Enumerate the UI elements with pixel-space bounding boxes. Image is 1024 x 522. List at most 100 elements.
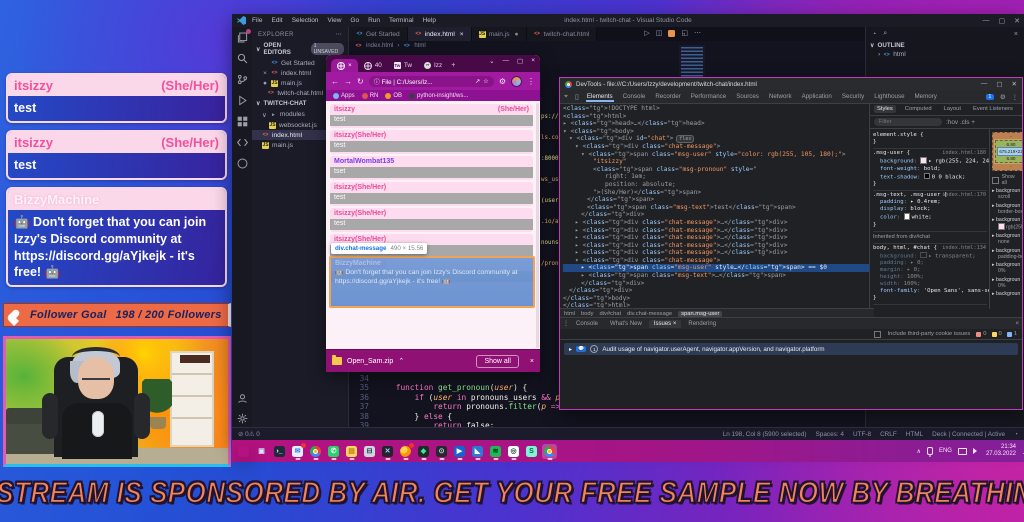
status-right[interactable]: Ln 198, Col 8 (5900 selected) Spaces: 4 UT… [723, 431, 1018, 438]
browser-scrollbar[interactable] [536, 103, 539, 348]
vscode-status-bar[interactable]: ⊘ 0⚠ 0 Ln 198, Col 8 (5900 selected) Spac… [232, 427, 1024, 440]
run-debug-icon[interactable] [237, 95, 248, 106]
devtools-menu-icon[interactable]: ⋮ [1012, 93, 1018, 101]
dom-node[interactable]: "itsizzy" [563, 158, 869, 166]
account-icon[interactable] [237, 393, 248, 404]
source-link[interactable]: index.html:134 [942, 245, 986, 252]
extensions-icon[interactable]: ⚙ [499, 77, 506, 86]
taskbar-mail[interactable]: ✉ [290, 442, 306, 460]
forward-icon[interactable]: → [344, 77, 352, 86]
devtools-tab-network[interactable]: Network [768, 91, 793, 102]
browser-tab[interactable]: ᴖ Izz [418, 59, 448, 72]
source-control-icon[interactable] [237, 74, 248, 85]
devtools-tab-security[interactable]: Security [841, 91, 865, 102]
editor-tab-Get-Started[interactable]: <> Get Started [349, 27, 408, 41]
dom-node[interactable]: <class="tg">span class="msg-pronoun" sty… [563, 166, 869, 174]
status-item[interactable]: Ln 198, Col 8 (5900 selected) [723, 431, 807, 438]
status-item[interactable]: ⊘ 0 [238, 431, 249, 438]
devtools-tab-lighthouse[interactable]: Lighthouse [873, 91, 905, 102]
browser-tab[interactable]: × [331, 59, 358, 72]
show-all-downloads-button[interactable]: Show all [476, 354, 519, 368]
menu-view[interactable]: View [327, 17, 341, 24]
search-icon[interactable] [237, 53, 248, 64]
language-indicator[interactable]: ENG [939, 448, 952, 454]
taskbar-diamond-app[interactable]: ◆ [416, 444, 431, 460]
explorer-more-icon[interactable]: ⋯ [336, 31, 342, 38]
drawer-tab-rendering[interactable]: Rendering [683, 320, 721, 328]
download-expand-icon[interactable]: ⌃ [398, 357, 404, 365]
dom-breadcrumb[interactable]: body [581, 311, 594, 317]
bookmark-item[interactable]: Apps [333, 92, 355, 99]
editor-actions[interactable]: ▷ ◫ ◱ ⋯ [644, 29, 701, 37]
drawer-menu-icon[interactable]: ⋮ [563, 320, 569, 327]
menu-go[interactable]: Go [350, 17, 359, 24]
css-rule[interactable]: index.html:180 .msg-user {background: ▸ r… [873, 149, 989, 191]
reload-icon[interactable]: ↻ [357, 77, 364, 86]
taskbar-github-desktop[interactable]: ⊙ [434, 444, 449, 460]
new-tab-button[interactable]: + [451, 62, 455, 72]
editor-tab-twitch-chat-html[interactable]: <> twitch-chat.html [526, 27, 598, 41]
accounts-icon[interactable]: ◔ [872, 31, 876, 38]
box-model[interactable]: - 6.80 675.219×22 6.80 - [992, 132, 1022, 171]
taskbar-file-explorer[interactable]: ▤ [344, 444, 359, 460]
close-icon[interactable]: × [531, 57, 535, 65]
devtools-tab-elements[interactable]: Elements [586, 91, 614, 102]
status-item[interactable]: CRLF [880, 431, 897, 438]
bookmark-item[interactable]: OB [385, 92, 402, 99]
styles-tab-computed[interactable]: Computed [902, 105, 935, 113]
dom-node[interactable]: ▾ <class="tg">div class="chat-message"> [563, 143, 869, 151]
dirty-dot[interactable]: ● [515, 31, 519, 38]
bookmark-item[interactable]: RN [361, 92, 378, 99]
dom-node[interactable]: right: 1em; [563, 173, 869, 181]
status-item[interactable]: UTF-8 [853, 431, 871, 438]
browser-menu-icon[interactable]: ⋮ [527, 77, 535, 86]
files-icon[interactable] [237, 29, 251, 43]
dom-node[interactable]: ▸ <class="tg">div class="chat-message">…… [563, 227, 869, 235]
code-editor[interactable]: 34 35 function get_pronoun(user) {36 if (… [353, 374, 561, 428]
settings-gear-icon[interactable] [237, 413, 248, 424]
close-download-bar-icon[interactable]: × [530, 358, 534, 365]
settings-gear-icon[interactable]: ⚙ [1000, 93, 1006, 101]
browser-window-controls[interactable]: ⌄ — ▢ × [489, 57, 535, 65]
taskbar-edge-beta[interactable]: ▶ [452, 444, 467, 460]
devtools-tab-performance[interactable]: Performance [690, 91, 727, 102]
dom-node[interactable]: ▾ <class="tg">div id="chat"> flex [563, 135, 869, 144]
editor-tab-index-html[interactable]: <> index.html × [407, 27, 472, 41]
remote-icon[interactable] [236, 137, 248, 148]
close-icon[interactable]: × [1014, 31, 1018, 38]
issues-count-badge[interactable]: 1 [985, 93, 994, 100]
css-rules[interactable]: element.style {} index.html:180 .msg-user … [870, 129, 989, 309]
status-item[interactable]: Deck | Connected | Active [932, 431, 1005, 438]
dom-node[interactable]: ▸ <class="tg">div class="chat-message">…… [563, 234, 869, 242]
tray-expand-icon[interactable]: ∧ [917, 448, 921, 455]
devtools-tab-console[interactable]: Console [622, 91, 647, 102]
share-icon[interactable]: ↗ [475, 78, 480, 85]
devtools-tab-memory[interactable]: Memory [914, 91, 938, 102]
bell-icon[interactable]: ◔ [1014, 431, 1018, 438]
dom-breadcrumb[interactable]: html [564, 311, 575, 317]
dom-node[interactable]: ▸ <class="tg">span class="msg-user" styl… [563, 264, 869, 273]
close-icon[interactable]: × [460, 31, 464, 38]
devtools-tab-sources[interactable]: Sources [735, 91, 760, 102]
outline-item-html[interactable]: › <> html [866, 50, 1024, 59]
dom-breadcrumb[interactable]: span.msg-user [678, 310, 723, 317]
dom-node[interactable]: </class="tg">div> [563, 280, 869, 288]
clock[interactable]: 21:34 27.03.2022 [986, 444, 1016, 459]
dom-tree[interactable]: <class="tg">!DOCTYPE html> <class="tg">ht… [560, 103, 869, 309]
menu-help[interactable]: Help [423, 17, 436, 24]
taskbar-obs[interactable]: ◎ [506, 444, 521, 460]
download-filename[interactable]: Open_Sam.zip [347, 358, 393, 365]
taskbar-whatsapp[interactable]: ✆ [326, 444, 341, 460]
taskbar-spotify[interactable]: ≋ [488, 444, 503, 460]
dom-node[interactable]: <class="tg">!DOCTYPE html> [563, 105, 869, 113]
dom-node[interactable]: </class="tg">div> [563, 287, 869, 295]
dom-node[interactable]: </class="tg">body> [563, 295, 869, 303]
devtools-tab-application[interactable]: Application [801, 91, 833, 102]
source-link[interactable]: index.html:170 [942, 192, 986, 199]
bookmark-item[interactable]: python-insight/ws... [409, 92, 468, 99]
drawer-tab-what-s-new[interactable]: What's New [605, 320, 647, 328]
styles-tab-styles[interactable]: Styles [874, 105, 896, 113]
menu-selection[interactable]: Selection [292, 17, 319, 24]
dom-node[interactable]: <class="tg">span class="msg-text">test</… [563, 204, 869, 212]
bookmark-star-icon[interactable]: ☆ [483, 78, 489, 85]
